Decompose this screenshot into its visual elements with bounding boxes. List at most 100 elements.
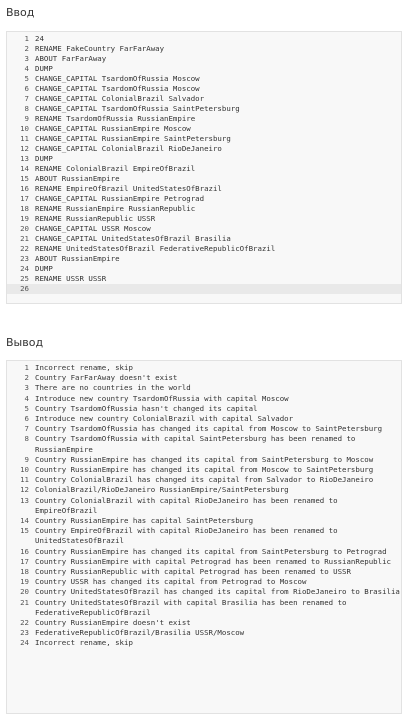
line-text: CHANGE_CAPITAL TsardomOfRussia Moscow xyxy=(35,84,200,93)
line-number: 13 xyxy=(20,154,29,163)
line-text: RENAME UnitedStatesOfBrazil FederativeRe… xyxy=(35,244,276,253)
line-text: Country EmpireOfBrazil with capital RioD… xyxy=(35,526,343,546)
code-line: 6 CHANGE_CAPITAL TsardomOfRussia Moscow xyxy=(7,84,401,94)
code-line: 17 CHANGE_CAPITAL RussianEmpire Petrograd xyxy=(7,194,401,204)
code-line: 7 Country TsardomOfRussia has changed its… xyxy=(7,424,401,434)
line-number: 8 xyxy=(24,104,29,113)
line-number: 23 xyxy=(20,628,29,638)
line-text: CHANGE_CAPITAL RussianEmpire Moscow xyxy=(35,124,191,133)
code-line: 3 ABOUT FarFarAway xyxy=(7,54,401,64)
line-number: 22 xyxy=(20,244,29,253)
line-number: 20 xyxy=(20,224,29,233)
code-line: 13 DUMP xyxy=(7,154,401,164)
line-text: 24 xyxy=(35,34,44,43)
output-code-box[interactable]: 1 Incorrect rename, skip 2 Country FarFarAw… xyxy=(6,360,402,714)
line-text: CHANGE_CAPITAL USSR Moscow xyxy=(35,224,151,233)
code-line: 18 Country RussianRepublic with capital P… xyxy=(7,567,401,577)
line-number: 1 xyxy=(24,34,29,43)
line-text: CHANGE_CAPITAL TsardomOfRussia SaintPete… xyxy=(35,104,240,113)
line-text: Country TsardomOfRussia with capital Sai… xyxy=(35,434,360,454)
line-text: CHANGE_CAPITAL ColonialBrazil RioDeJanei… xyxy=(35,144,222,153)
code-line: 19 RENAME RussianRepublic USSR xyxy=(7,214,401,224)
line-number: 19 xyxy=(20,577,29,587)
line-number: 16 xyxy=(20,184,29,193)
line-text: FederativeRepublicOfBrazil/Brasilia USSR… xyxy=(35,628,245,638)
line-text: There are no countries in the world xyxy=(35,383,191,393)
code-line: 23 ABOUT RussianEmpire xyxy=(7,254,401,264)
line-number: 5 xyxy=(24,403,29,413)
code-line: 19 Country USSR has changed its capital f… xyxy=(7,577,401,587)
line-text: Country UnitedStatesOfBrazil with capita… xyxy=(35,597,351,617)
line-number: 17 xyxy=(20,556,29,566)
line-text: RENAME RussianRepublic USSR xyxy=(35,214,156,223)
line-text: RENAME EmpireOfBrazil UnitedStatesOfBraz… xyxy=(35,184,222,193)
line-text: Country TsardomOfRussia has changed its … xyxy=(35,424,383,434)
line-number: 18 xyxy=(20,567,29,577)
code-line: 11 Country ColonialBrazil has changed its… xyxy=(7,475,401,485)
code-line: 18 RENAME RussianEmpire RussianRepublic xyxy=(7,204,401,214)
line-number: 12 xyxy=(20,144,29,153)
line-number: 14 xyxy=(20,164,29,173)
line-number: 20 xyxy=(20,587,29,597)
code-line: 14 RENAME ColonialBrazil EmpireOfBrazil xyxy=(7,164,401,174)
code-line: 6 Introduce new country ColonialBrazil wi… xyxy=(7,414,401,424)
line-number: 17 xyxy=(20,194,29,203)
code-line: 14 Country RussianEmpire has capital Sain… xyxy=(7,516,401,526)
output-title: Вывод xyxy=(6,336,44,349)
line-number: 2 xyxy=(24,44,29,53)
line-number: 11 xyxy=(20,475,29,485)
code-line: 15 ABOUT RussianEmpire xyxy=(7,174,401,184)
code-line: 12 CHANGE_CAPITAL ColonialBrazil RioDeJan… xyxy=(7,144,401,154)
code-line: 9 RENAME TsardomOfRussia RussianEmpire xyxy=(7,114,401,124)
line-number: 9 xyxy=(24,454,29,464)
line-number: 4 xyxy=(24,393,29,403)
code-line: 1 Incorrect rename, skip xyxy=(7,363,401,373)
line-text: RENAME RussianEmpire RussianRepublic xyxy=(35,204,196,213)
line-number: 3 xyxy=(24,383,29,393)
line-number: 21 xyxy=(20,234,29,243)
code-line: 16 RENAME EmpireOfBrazil UnitedStatesOfBr… xyxy=(7,184,401,194)
code-line: 9 Country RussianEmpire has changed its c… xyxy=(7,455,401,465)
line-number: 14 xyxy=(20,516,29,526)
line-number: 13 xyxy=(20,495,29,505)
code-line: 16 Country RussianEmpire has changed its … xyxy=(7,547,401,557)
line-text: Introduce new country ColonialBrazil wit… xyxy=(35,414,294,424)
code-line: 11 CHANGE_CAPITAL RussianEmpire SaintPete… xyxy=(7,134,401,144)
line-number: 8 xyxy=(24,434,29,444)
code-line: 1 24 xyxy=(7,34,401,44)
line-text: CHANGE_CAPITAL UnitedStatesOfBrazil Bras… xyxy=(35,234,231,243)
line-number: 19 xyxy=(20,214,29,223)
code-line: 24 Incorrect rename, skip xyxy=(7,638,401,648)
line-text: Country USSR has changed its capital fro… xyxy=(35,577,307,587)
line-text: Country RussianEmpire doesn't exist xyxy=(35,618,191,628)
line-number: 4 xyxy=(24,64,29,73)
line-text: RENAME ColonialBrazil EmpireOfBrazil xyxy=(35,164,196,173)
line-text: ABOUT RussianEmpire xyxy=(35,254,120,263)
line-text: ABOUT FarFarAway xyxy=(35,54,107,63)
line-number: 10 xyxy=(20,124,29,133)
code-line: 17 Country RussianEmpire with capital Pet… xyxy=(7,557,401,567)
line-text: Country RussianEmpire with capital Petro… xyxy=(35,556,391,566)
line-text: DUMP xyxy=(35,154,53,163)
line-number: 18 xyxy=(20,204,29,213)
line-text: Country TsardomOfRussia hasn't changed i… xyxy=(35,403,258,413)
code-line: 2 RENAME FakeCountry FarFarAway xyxy=(7,44,401,54)
code-line: 8 Country TsardomOfRussia with capital Sa… xyxy=(7,434,401,454)
code-line: 25 RENAME USSR USSR xyxy=(7,274,401,284)
line-text: Country UnitedStatesOfBrazil has changed… xyxy=(35,587,400,597)
line-text xyxy=(35,284,401,294)
line-number: 3 xyxy=(24,54,29,63)
line-text: ColonialBrazil/RioDeJaneiro RussianEmpir… xyxy=(35,485,289,495)
code-line: 4 Introduce new country TsardomOfRussia w… xyxy=(7,394,401,404)
line-text: CHANGE_CAPITAL RussianEmpire SaintPeters… xyxy=(35,134,231,143)
code-line: 7 CHANGE_CAPITAL ColonialBrazil Salvador xyxy=(7,94,401,104)
line-number: 5 xyxy=(24,74,29,83)
code-line: 5 CHANGE_CAPITAL TsardomOfRussia Moscow xyxy=(7,74,401,84)
line-text: Country RussianEmpire has changed its ca… xyxy=(35,465,374,475)
line-text: Country ColonialBrazil has changed its c… xyxy=(35,475,374,485)
code-line: 3 There are no countries in the world xyxy=(7,383,401,393)
line-text: Country RussianEmpire has changed its ca… xyxy=(35,454,374,464)
line-text: Country RussianEmpire has capital SaintP… xyxy=(35,516,254,526)
code-line: 20 Country UnitedStatesOfBrazil has chang… xyxy=(7,587,401,597)
input-code-box[interactable]: 1 24 2 RENAME FakeCountry FarFarAway 3 ABOUT … xyxy=(6,31,402,304)
